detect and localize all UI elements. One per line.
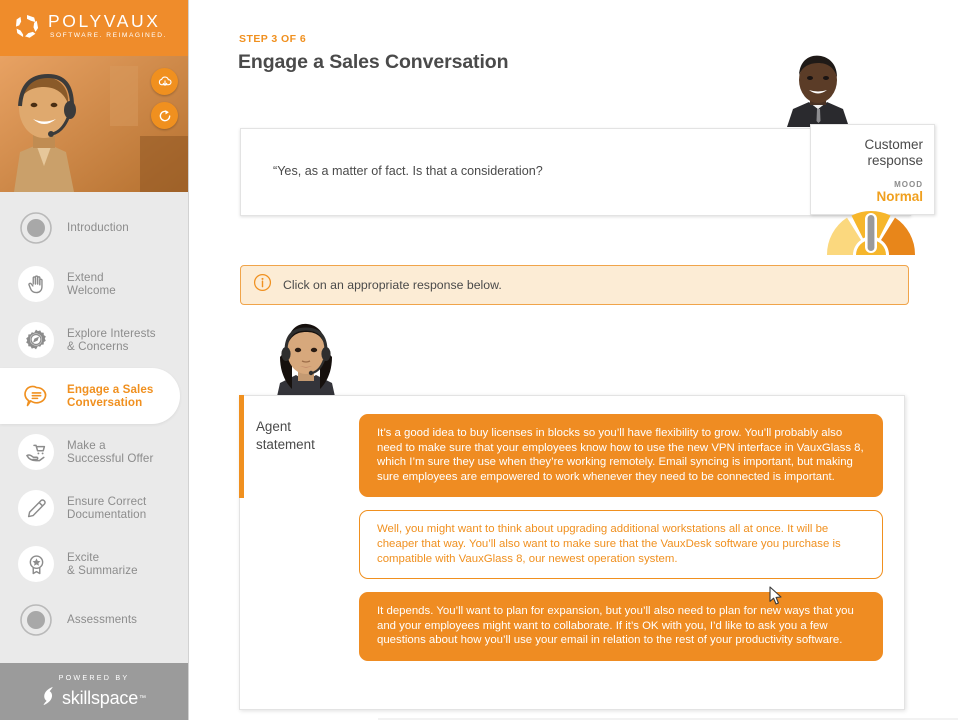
info-circle-icon	[253, 273, 272, 297]
agent-statement-label: Agent statement	[256, 419, 315, 452]
trademark-symbol: ™	[139, 694, 147, 702]
sidebar-item-explore-interests[interactable]: Explore Interests & Concerns	[0, 312, 188, 368]
customer-response-title: Customer response	[864, 137, 923, 168]
sidebar-item-label: Engage a Sales Conversation	[67, 382, 154, 409]
cloud-download-icon	[158, 76, 172, 86]
mood-label: MOOD	[894, 180, 923, 189]
agent-photo	[262, 313, 351, 401]
brand-bar: POLYVAUX SOFTWARE. REIMAGINED.	[0, 0, 188, 56]
sidebar-item-engage-sales-conversation[interactable]: Engage a Sales Conversation	[0, 368, 180, 424]
sidebar-nav: Introduction Extend Welcome Explore Inte…	[0, 200, 188, 648]
skillspace-name: skillspace	[61, 688, 139, 708]
refresh-replay-icon	[159, 109, 170, 121]
filled-circle-icon	[18, 602, 54, 638]
customer-quote: “Yes, as a matter of fact. Is that a con…	[273, 164, 543, 178]
footer-branding: POWERED BY skillspace ™	[0, 663, 188, 720]
sidebar-item-label: Ensure Correct Documentation	[67, 494, 147, 521]
response-option-1[interactable]: It’s a good idea to buy licenses in bloc…	[359, 414, 883, 498]
waving-hand-icon	[18, 266, 54, 302]
sidebar-item-extend-welcome[interactable]: Extend Welcome	[0, 256, 188, 312]
sidebar-item-excite-summarize[interactable]: Excite & Summarize	[0, 536, 188, 592]
step-indicator: STEP 3 OF 6	[239, 33, 307, 45]
main-content: STEP 3 OF 6 Engage a Sales Conversation …	[189, 0, 958, 720]
brand-name: POLYVAUX	[48, 10, 161, 31]
gear-compass-icon	[18, 322, 54, 358]
response-option-2[interactable]: Well, you might want to think about upgr…	[359, 510, 883, 580]
sidebar-item-label: Extend Welcome	[67, 270, 116, 297]
aperture-pinwheel-icon	[14, 13, 40, 39]
download-button[interactable]	[151, 68, 178, 95]
replay-button[interactable]	[151, 102, 178, 129]
mood-value: Normal	[876, 189, 923, 204]
sidebar-item-label: Introduction	[67, 221, 129, 235]
instruction-text: Click on an appropriate response below.	[283, 278, 502, 292]
response-option-3[interactable]: It depends. You’ll want to plan for expa…	[359, 592, 883, 661]
sidebar-item-label: Assessments	[67, 613, 138, 627]
sidebar-item-introduction[interactable]: Introduction	[0, 200, 188, 256]
sidebar-item-label: Explore Interests & Concerns	[67, 326, 156, 353]
speech-bubble-lines-icon	[18, 378, 54, 414]
agent-accent-bar	[239, 395, 244, 498]
hand-cart-offer-icon	[18, 434, 54, 470]
brand-tagline: SOFTWARE. REIMAGINED.	[50, 31, 167, 39]
filled-circle-icon	[18, 210, 54, 246]
sidebar-item-label: Excite & Summarize	[67, 550, 138, 577]
award-ribbon-icon	[18, 546, 54, 582]
skillspace-flash-icon	[42, 686, 57, 711]
customer-photo	[773, 47, 863, 127]
customer-response-meta: Customer response MOOD Normal	[810, 124, 935, 215]
mouse-pointer-icon	[769, 586, 782, 605]
sidebar: POLYVAUX SOFTWARE. REIMAGINED. Introduct…	[0, 0, 188, 720]
sidebar-item-label: Make a Successful Offer	[67, 438, 154, 465]
response-options-list: It’s a good idea to buy licenses in bloc…	[359, 414, 883, 674]
instruction-banner: Click on an appropriate response below.	[240, 265, 909, 305]
agent-avatar	[262, 313, 351, 401]
hero-photo-panel	[0, 56, 188, 192]
sidebar-item-make-successful-offer[interactable]: Make a Successful Offer	[0, 424, 188, 480]
sidebar-item-assessments[interactable]: Assessments	[0, 592, 188, 648]
mood-gauge-icon	[826, 211, 916, 255]
customer-avatar	[773, 47, 863, 127]
sidebar-item-ensure-correct-documentation[interactable]: Ensure Correct Documentation	[0, 480, 188, 536]
page-title: Engage a Sales Conversation	[238, 51, 509, 73]
pencil-icon	[18, 490, 54, 526]
powered-by-label: POWERED BY	[58, 672, 130, 682]
